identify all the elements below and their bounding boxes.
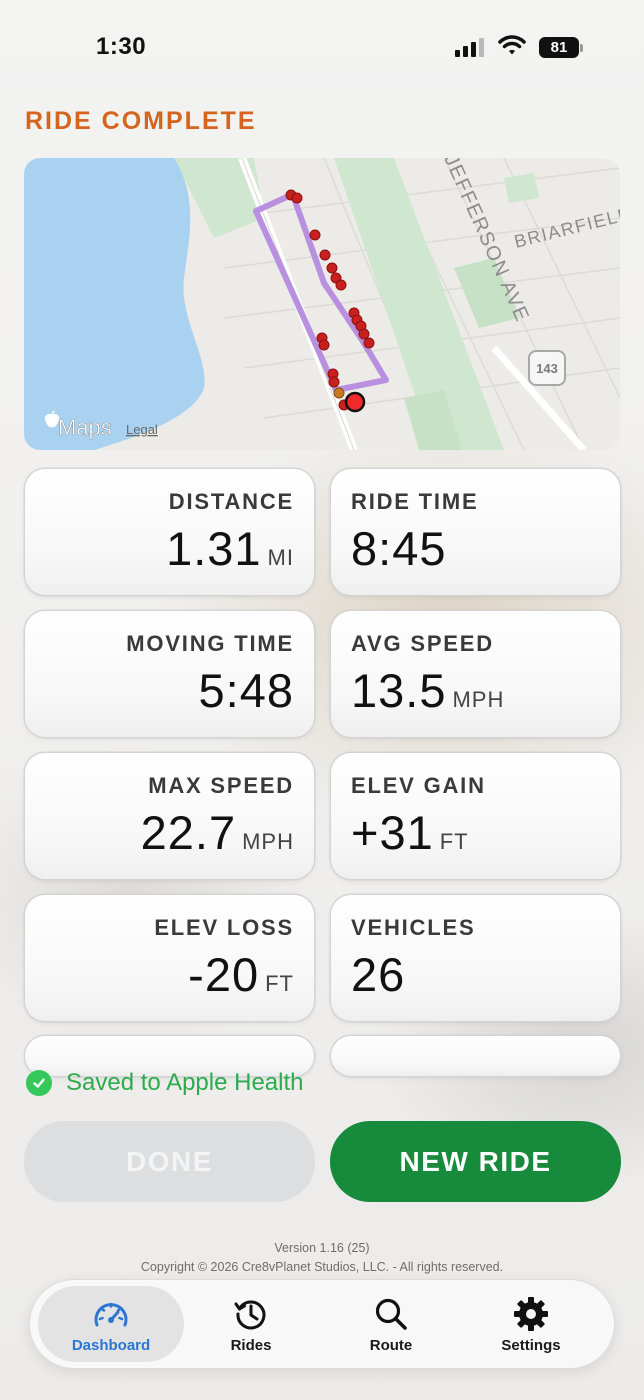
stat-value: 26 — [351, 948, 406, 1001]
copyright-text: Copyright © 2026 Cre8vPlanet Studios, LL… — [140, 1260, 504, 1274]
history-icon — [232, 1295, 270, 1333]
stat-label: MAX SPEED — [148, 773, 294, 798]
stat-card-moving-time: MOVING TIME 5:48 — [25, 611, 314, 737]
tab-label: Settings — [501, 1336, 561, 1354]
stat-value: 8:45 — [351, 522, 447, 575]
tab-dashboard[interactable]: Dashboard — [38, 1286, 184, 1362]
checkmark-circle-icon — [26, 1070, 52, 1096]
gear-icon — [512, 1295, 550, 1333]
tab-settings[interactable]: Settings — [458, 1286, 604, 1362]
stat-value: 13.5 MPH — [351, 664, 505, 717]
tab-label: Rides — [230, 1336, 272, 1354]
stat-label: ELEV LOSS — [154, 915, 294, 940]
new-ride-button[interactable]: NEW RIDE — [330, 1121, 621, 1202]
maps-attribution: Maps — [58, 415, 112, 440]
stat-value: 5:48 — [198, 664, 294, 717]
stat-card-distance: DISTANCE 1.31 MI — [25, 469, 314, 595]
stat-card-ride-time: RIDE TIME 8:45 — [331, 469, 620, 595]
status-bar: 1:30 81 — [0, 0, 644, 96]
stat-label: MOVING TIME — [126, 631, 294, 656]
current-location-marker — [344, 391, 366, 413]
speedometer-icon — [92, 1295, 130, 1333]
stat-card-max-speed: MAX SPEED 22.7 MPH — [25, 753, 314, 879]
ride-marker-start — [333, 387, 345, 399]
tab-label: Dashboard — [71, 1336, 151, 1354]
stat-card-vehicles: VEHICLES 26 — [331, 895, 620, 1021]
stat-value: 22.7 MPH — [140, 806, 294, 859]
done-button[interactable]: DONE — [24, 1121, 315, 1202]
search-icon — [372, 1295, 410, 1333]
stat-label: VEHICLES — [351, 915, 476, 940]
battery-tip — [580, 44, 583, 52]
stat-value: +31 FT — [351, 806, 469, 859]
status-time: 1:30 — [96, 33, 147, 60]
page-title: RIDE COMPLETE — [25, 107, 257, 135]
stat-card-elev-loss: ELEV LOSS -20 FT — [25, 895, 314, 1021]
app-version: Version 1.16 (25) — [274, 1241, 370, 1255]
stat-card-avg-speed: AVG SPEED 13.5 MPH — [331, 611, 620, 737]
tab-rides[interactable]: Rides — [178, 1286, 324, 1362]
stat-card-partial — [331, 1036, 620, 1076]
tab-label: Route — [369, 1336, 413, 1354]
stat-label: DISTANCE — [168, 489, 294, 514]
stat-card-elev-gain: ELEV GAIN +31 FT — [331, 753, 620, 879]
battery-icon: 81 — [539, 37, 579, 58]
route-shield-number: 143 — [536, 361, 558, 376]
stat-label: RIDE TIME — [351, 489, 479, 514]
cellular-signal-icon — [455, 38, 484, 57]
tab-bar: Dashboard Rides Route Settings — [30, 1280, 614, 1368]
wifi-icon — [498, 34, 526, 61]
stat-label: ELEV GAIN — [351, 773, 486, 798]
stat-value: 1.31 MI — [166, 522, 294, 575]
stat-value: -20 FT — [188, 948, 294, 1001]
maps-legal-link[interactable]: Legal — [126, 422, 158, 437]
health-saved-status: Saved to Apple Health — [26, 1069, 304, 1097]
route-map[interactable]: JEFFERSON AVE BRIARFIELD 143 Maps Legal — [24, 158, 620, 450]
stat-label: AVG SPEED — [351, 631, 494, 656]
tab-route[interactable]: Route — [318, 1286, 464, 1362]
health-saved-text: Saved to Apple Health — [66, 1069, 304, 1096]
